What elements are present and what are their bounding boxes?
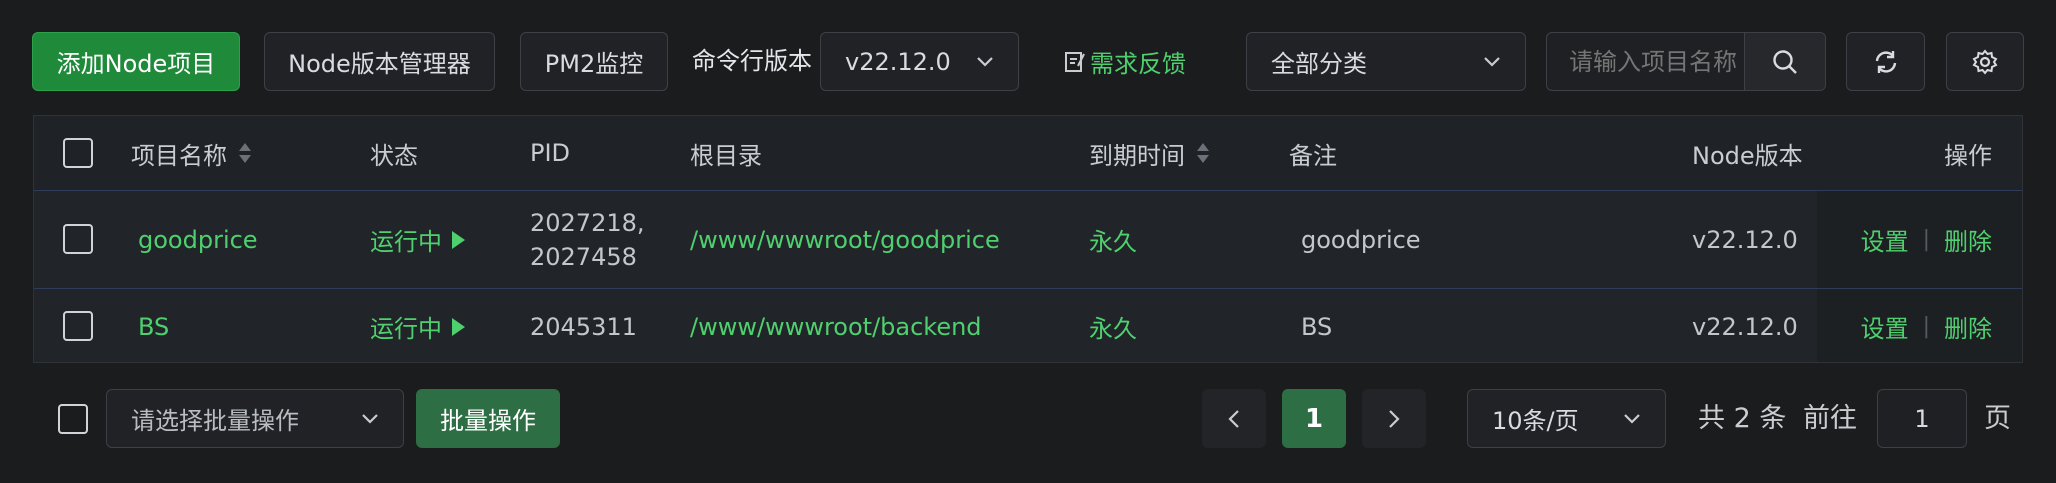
remark-value[interactable]: BS	[1301, 289, 1332, 362]
status-running[interactable]: 运行中	[370, 289, 466, 362]
header-remark: 备注	[1289, 141, 1337, 170]
expire-value[interactable]: 永久	[1089, 191, 1137, 288]
select-all-checkbox[interactable]	[63, 138, 93, 168]
batch-operation-placeholder: 请选择批量操作	[131, 407, 299, 435]
total-count: 共 2 条	[1698, 403, 1787, 434]
pm2-monitor-label: PM2监控	[544, 50, 644, 78]
pid-value: 2027458	[530, 242, 637, 271]
node-version-value: v22.12.0	[1692, 312, 1798, 341]
feedback-link[interactable]: 需求反馈	[1064, 32, 1186, 91]
delete-link[interactable]: 删除	[1944, 222, 1992, 257]
remark-value[interactable]: goodprice	[1301, 191, 1421, 288]
chevron-left-icon	[1228, 409, 1240, 429]
batch-select-all-checkbox[interactable]	[58, 404, 88, 434]
node-version-manager-label: Node版本管理器	[288, 50, 471, 78]
play-icon	[450, 230, 466, 250]
project-name-link[interactable]: BS	[138, 289, 169, 362]
page-size-value: 10条/页	[1492, 407, 1579, 435]
project-name-link[interactable]: goodprice	[138, 191, 258, 288]
table-row: BS 运行中 2045311 /www/wwwroot/backend 永久 B…	[34, 289, 2022, 362]
chevron-down-icon	[976, 56, 994, 68]
settings-button[interactable]	[1946, 32, 2024, 91]
batch-operation-label: 批量操作	[440, 407, 536, 435]
pm2-monitor-button[interactable]: PM2监控	[520, 32, 668, 91]
next-page-button[interactable]	[1362, 389, 1426, 448]
header-node-version: Node版本	[1692, 141, 1803, 170]
table-header: 项目名称 状态 PID 根目录 到期时间 备注 Node版本 操作	[34, 116, 2022, 191]
add-node-project-label: 添加Node项目	[56, 50, 216, 78]
header-project-name-label: 项目名称	[131, 141, 227, 170]
chevron-down-icon	[1623, 413, 1641, 425]
search-icon	[1771, 48, 1799, 76]
cli-version-select[interactable]: v22.12.0	[820, 32, 1019, 91]
status-label: 运行中	[370, 315, 442, 343]
pid-value: 2027218,	[530, 208, 645, 237]
sort-icon	[237, 141, 253, 165]
chevron-down-icon	[1483, 56, 1501, 68]
root-path-link[interactable]: /www/wwwroot/backend	[690, 289, 982, 362]
refresh-button[interactable]	[1846, 32, 1925, 91]
search-button[interactable]	[1744, 33, 1825, 90]
status-label: 运行中	[370, 228, 442, 256]
feedback-label: 需求反馈	[1090, 50, 1186, 78]
page-suffix: 页	[1984, 403, 2011, 434]
refresh-icon	[1872, 48, 1900, 76]
header-expire-label: 到期时间	[1089, 141, 1185, 170]
settings-link[interactable]: 设置	[1861, 222, 1909, 257]
header-actions: 操作	[1944, 141, 1992, 170]
page-number-current[interactable]: 1	[1282, 389, 1346, 448]
add-node-project-button[interactable]: 添加Node项目	[32, 32, 240, 91]
settings-link[interactable]: 设置	[1861, 309, 1909, 344]
cli-version-label: 命令行版本	[692, 47, 812, 75]
prev-page-button[interactable]	[1202, 389, 1266, 448]
node-version-value: v22.12.0	[1692, 225, 1798, 254]
category-select[interactable]: 全部分类	[1246, 32, 1526, 91]
chevron-down-icon	[361, 413, 379, 425]
row-checkbox[interactable]	[63, 311, 93, 341]
action-separator: |	[1922, 227, 1930, 252]
table-row: goodprice 运行中 2027218, 2027458 /www/wwwr…	[34, 191, 2022, 289]
pid-value: 2045311	[530, 312, 637, 341]
header-expire[interactable]: 到期时间	[1089, 116, 1211, 190]
status-running[interactable]: 运行中	[370, 191, 466, 288]
header-pid: PID	[530, 139, 571, 167]
gear-icon	[1971, 48, 1999, 76]
page-number-label: 1	[1304, 403, 1324, 434]
goto-label: 前往	[1803, 403, 1857, 434]
expire-value[interactable]: 永久	[1089, 289, 1137, 362]
node-version-manager-button[interactable]: Node版本管理器	[264, 32, 495, 91]
play-icon	[450, 317, 466, 337]
category-value: 全部分类	[1271, 50, 1367, 78]
chevron-right-icon	[1388, 409, 1400, 429]
batch-operation-select[interactable]: 请选择批量操作	[106, 389, 404, 448]
goto-page-input[interactable]	[1877, 389, 1967, 448]
action-separator: |	[1922, 314, 1930, 339]
header-root: 根目录	[690, 141, 762, 170]
search-input[interactable]	[1547, 33, 1744, 90]
sort-icon	[1195, 141, 1211, 165]
delete-link[interactable]: 删除	[1944, 309, 1992, 344]
batch-operation-button[interactable]: 批量操作	[416, 389, 560, 448]
header-project-name[interactable]: 项目名称	[131, 116, 253, 190]
project-table: 项目名称 状态 PID 根目录 到期时间 备注 Node版本 操作 goodpr…	[33, 115, 2023, 363]
row-actions: 设置 | 删除	[1861, 289, 1992, 362]
feedback-edit-icon	[1064, 50, 1086, 74]
cli-version-value: v22.12.0	[845, 47, 951, 76]
pid-cell: 2027218, 2027458	[530, 191, 645, 288]
root-path-link[interactable]: /www/wwwroot/goodprice	[690, 191, 1000, 288]
page-size-select[interactable]: 10条/页	[1467, 389, 1666, 448]
row-checkbox[interactable]	[63, 224, 93, 254]
search-box	[1546, 32, 1826, 91]
header-status: 状态	[370, 141, 418, 170]
row-actions: 设置 | 删除	[1861, 191, 1992, 288]
